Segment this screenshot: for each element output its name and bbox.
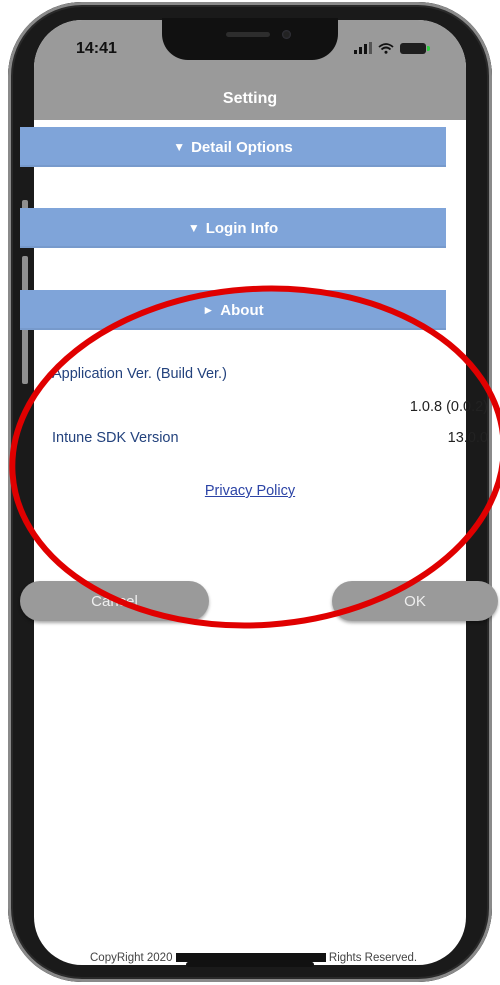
camera-icon [282,30,291,39]
signal-icon [354,42,372,54]
notch [162,18,338,60]
home-indicator [186,962,314,967]
expand-arrow-icon: ▼ [173,140,186,154]
volume-down-button [22,328,28,384]
copyright-text: CopyRight 2020 [90,952,173,964]
section-label: Login Info [205,219,279,237]
collapse-arrow-icon: ► [202,303,215,317]
sdk-version-value: 13.0.0 [447,430,488,446]
ok-button-label: OK [404,592,426,610]
section-login-info[interactable]: ▼ Login Info [20,208,446,248]
speaker-grille [226,32,270,37]
privacy-policy-label[interactable]: Privacy Policy [205,483,295,499]
status-icons [354,42,430,54]
section-detail-options[interactable]: ▼ Detail Options [20,127,446,167]
app-version-label: Application Ver. (Build Ver.) [52,366,227,382]
cancel-button[interactable]: Cancel [20,581,209,621]
cancel-button-label: Cancel [91,592,138,610]
expand-arrow-icon: ▼ [187,221,200,235]
ok-button[interactable]: OK [332,581,498,621]
status-time: 14:41 [76,40,117,57]
copyright-text-end: Rights Reserved. [328,952,418,964]
section-label: About [220,301,264,319]
app-version-value: 1.0.8 (0.0.2) [409,399,488,415]
page-title: Setting [222,90,278,107]
battery-icon [400,42,430,54]
section-label: Detail Options [191,138,293,156]
section-about[interactable]: ► About [20,290,446,330]
privacy-policy-link[interactable]: Privacy Policy [0,483,500,499]
wifi-icon [378,42,394,54]
sdk-version-label: Intune SDK Version [52,430,179,446]
